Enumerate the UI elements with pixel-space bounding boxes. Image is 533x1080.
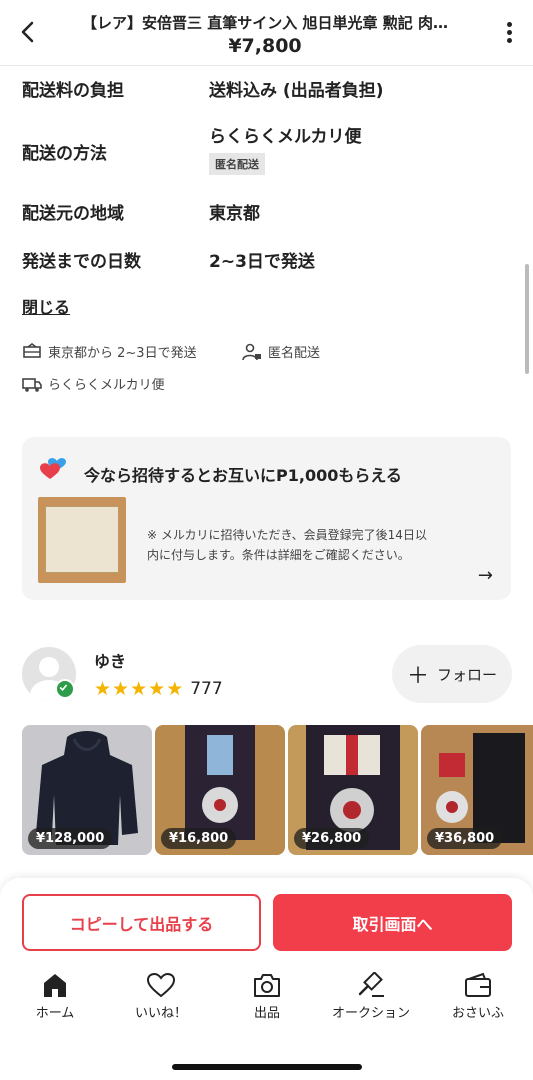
tab-auction[interactable]: オークション	[321, 972, 421, 1021]
truck-icon	[23, 342, 41, 358]
star-icon: ★	[166, 678, 184, 700]
star-icon: ★	[148, 678, 166, 700]
top-bar: 【レア】安倍晋三 直筆サイン入 旭日単光章 勲記 肉… ¥7,800	[0, 0, 533, 66]
item-thumbnail[interactable]: ¥128,000	[22, 725, 152, 855]
bottom-panel: コピーして出品する 取引画面へ ホーム いいね！ 出品 オークション おさいふ	[0, 878, 533, 1080]
shipping-method-label: 配送の方法	[22, 144, 107, 164]
star-icon: ★	[94, 678, 112, 700]
tab-likes-label: いいね！	[134, 1006, 187, 1021]
method-summary-text: らくらくメルカリ便	[48, 378, 165, 393]
item-thumbnail[interactable]: ¥16,800	[155, 725, 285, 855]
heart-icon	[146, 972, 176, 998]
arrow-right-icon[interactable]: →	[478, 565, 493, 586]
method-summary: らくらくメルカリ便	[22, 374, 165, 393]
copy-listing-button[interactable]: コピーして出品する	[22, 894, 261, 951]
days-to-ship-value: 2~3日で発送	[209, 252, 315, 272]
gavel-icon	[358, 972, 384, 997]
shipping-fee-value: 送料込み (出品者負担)	[209, 81, 384, 101]
tab-sell[interactable]: 出品	[217, 972, 317, 1021]
ship-from-label: 配送元の地域	[22, 204, 124, 224]
ship-from-summary: 東京都から 2~3日で発送	[22, 342, 197, 361]
follow-label: フォロー	[437, 665, 498, 684]
close-details-link[interactable]: 閉じる	[22, 294, 70, 318]
invite-certificate-image	[38, 497, 126, 583]
tab-home[interactable]: ホーム	[5, 972, 105, 1021]
anonymous-summary-text: 匿名配送	[268, 346, 321, 361]
item-thumbnail[interactable]: ¥26,800	[288, 725, 418, 855]
verified-check-icon	[55, 679, 75, 699]
item-price-tag: ¥128,000	[28, 828, 113, 849]
tab-likes[interactable]: いいね！	[111, 972, 211, 1021]
camera-icon	[254, 974, 280, 997]
shipping-fee-label: 配送料の負担	[22, 81, 124, 101]
seller-name[interactable]: ゆき	[94, 648, 126, 672]
invite-note: ※ メルカリに招待いただき、会員登録完了後14日以内に付与します。条件は詳細をご…	[147, 528, 427, 562]
go-to-trade-button[interactable]: 取引画面へ	[273, 894, 512, 951]
item-price: ¥7,800	[228, 35, 302, 57]
ship-from-value: 東京都	[209, 204, 260, 224]
wallet-icon	[465, 972, 491, 997]
days-to-ship-label: 発送までの日数	[22, 252, 141, 272]
anonymous-person-icon	[242, 343, 261, 360]
tab-wallet-label: おさいふ	[451, 1006, 504, 1021]
item-thumbnail[interactable]: ¥36,800	[421, 725, 533, 855]
anonymous-shipping-badge: 匿名配送	[209, 153, 265, 175]
home-indicator[interactable]	[172, 1064, 362, 1070]
scrollbar[interactable]	[525, 264, 529, 374]
follow-button[interactable]: ＋ フォロー	[392, 645, 512, 703]
invite-card[interactable]: 今なら招待するとお互いにP1,000もらえる ※ メルカリに招待いただき、会員登…	[22, 437, 511, 600]
review-count: 777	[190, 679, 223, 699]
item-price-tag: ¥26,800	[294, 828, 370, 849]
star-icon: ★	[112, 678, 130, 700]
plus-icon: ＋	[406, 664, 429, 689]
hearts-icon	[40, 458, 66, 479]
delivery-truck-icon	[22, 377, 42, 392]
shipping-method-value: らくらくメルカリ便	[209, 127, 362, 147]
anonymous-summary: 匿名配送	[242, 342, 320, 361]
seller-rating: ★ ★ ★ ★ ★ 777	[94, 678, 223, 700]
tab-sell-label: 出品	[253, 1006, 280, 1021]
item-price-tag: ¥36,800	[427, 828, 503, 849]
tab-home-label: ホーム	[35, 1006, 75, 1021]
tab-auction-label: オークション	[331, 1006, 410, 1021]
star-icon: ★	[130, 678, 148, 700]
item-price-tag: ¥16,800	[161, 828, 237, 849]
tab-wallet[interactable]: おさいふ	[428, 972, 528, 1021]
home-icon	[44, 974, 66, 997]
back-arrow-icon[interactable]	[14, 18, 42, 46]
item-title: 【レア】安倍晋三 直筆サイン入 旭日単光章 勲記 肉…	[82, 14, 448, 32]
invite-title: 今なら招待するとお互いにP1,000もらえる	[84, 466, 402, 485]
ship-from-summary-text: 東京都から 2~3日で発送	[48, 346, 197, 361]
more-options-icon[interactable]	[505, 22, 513, 46]
